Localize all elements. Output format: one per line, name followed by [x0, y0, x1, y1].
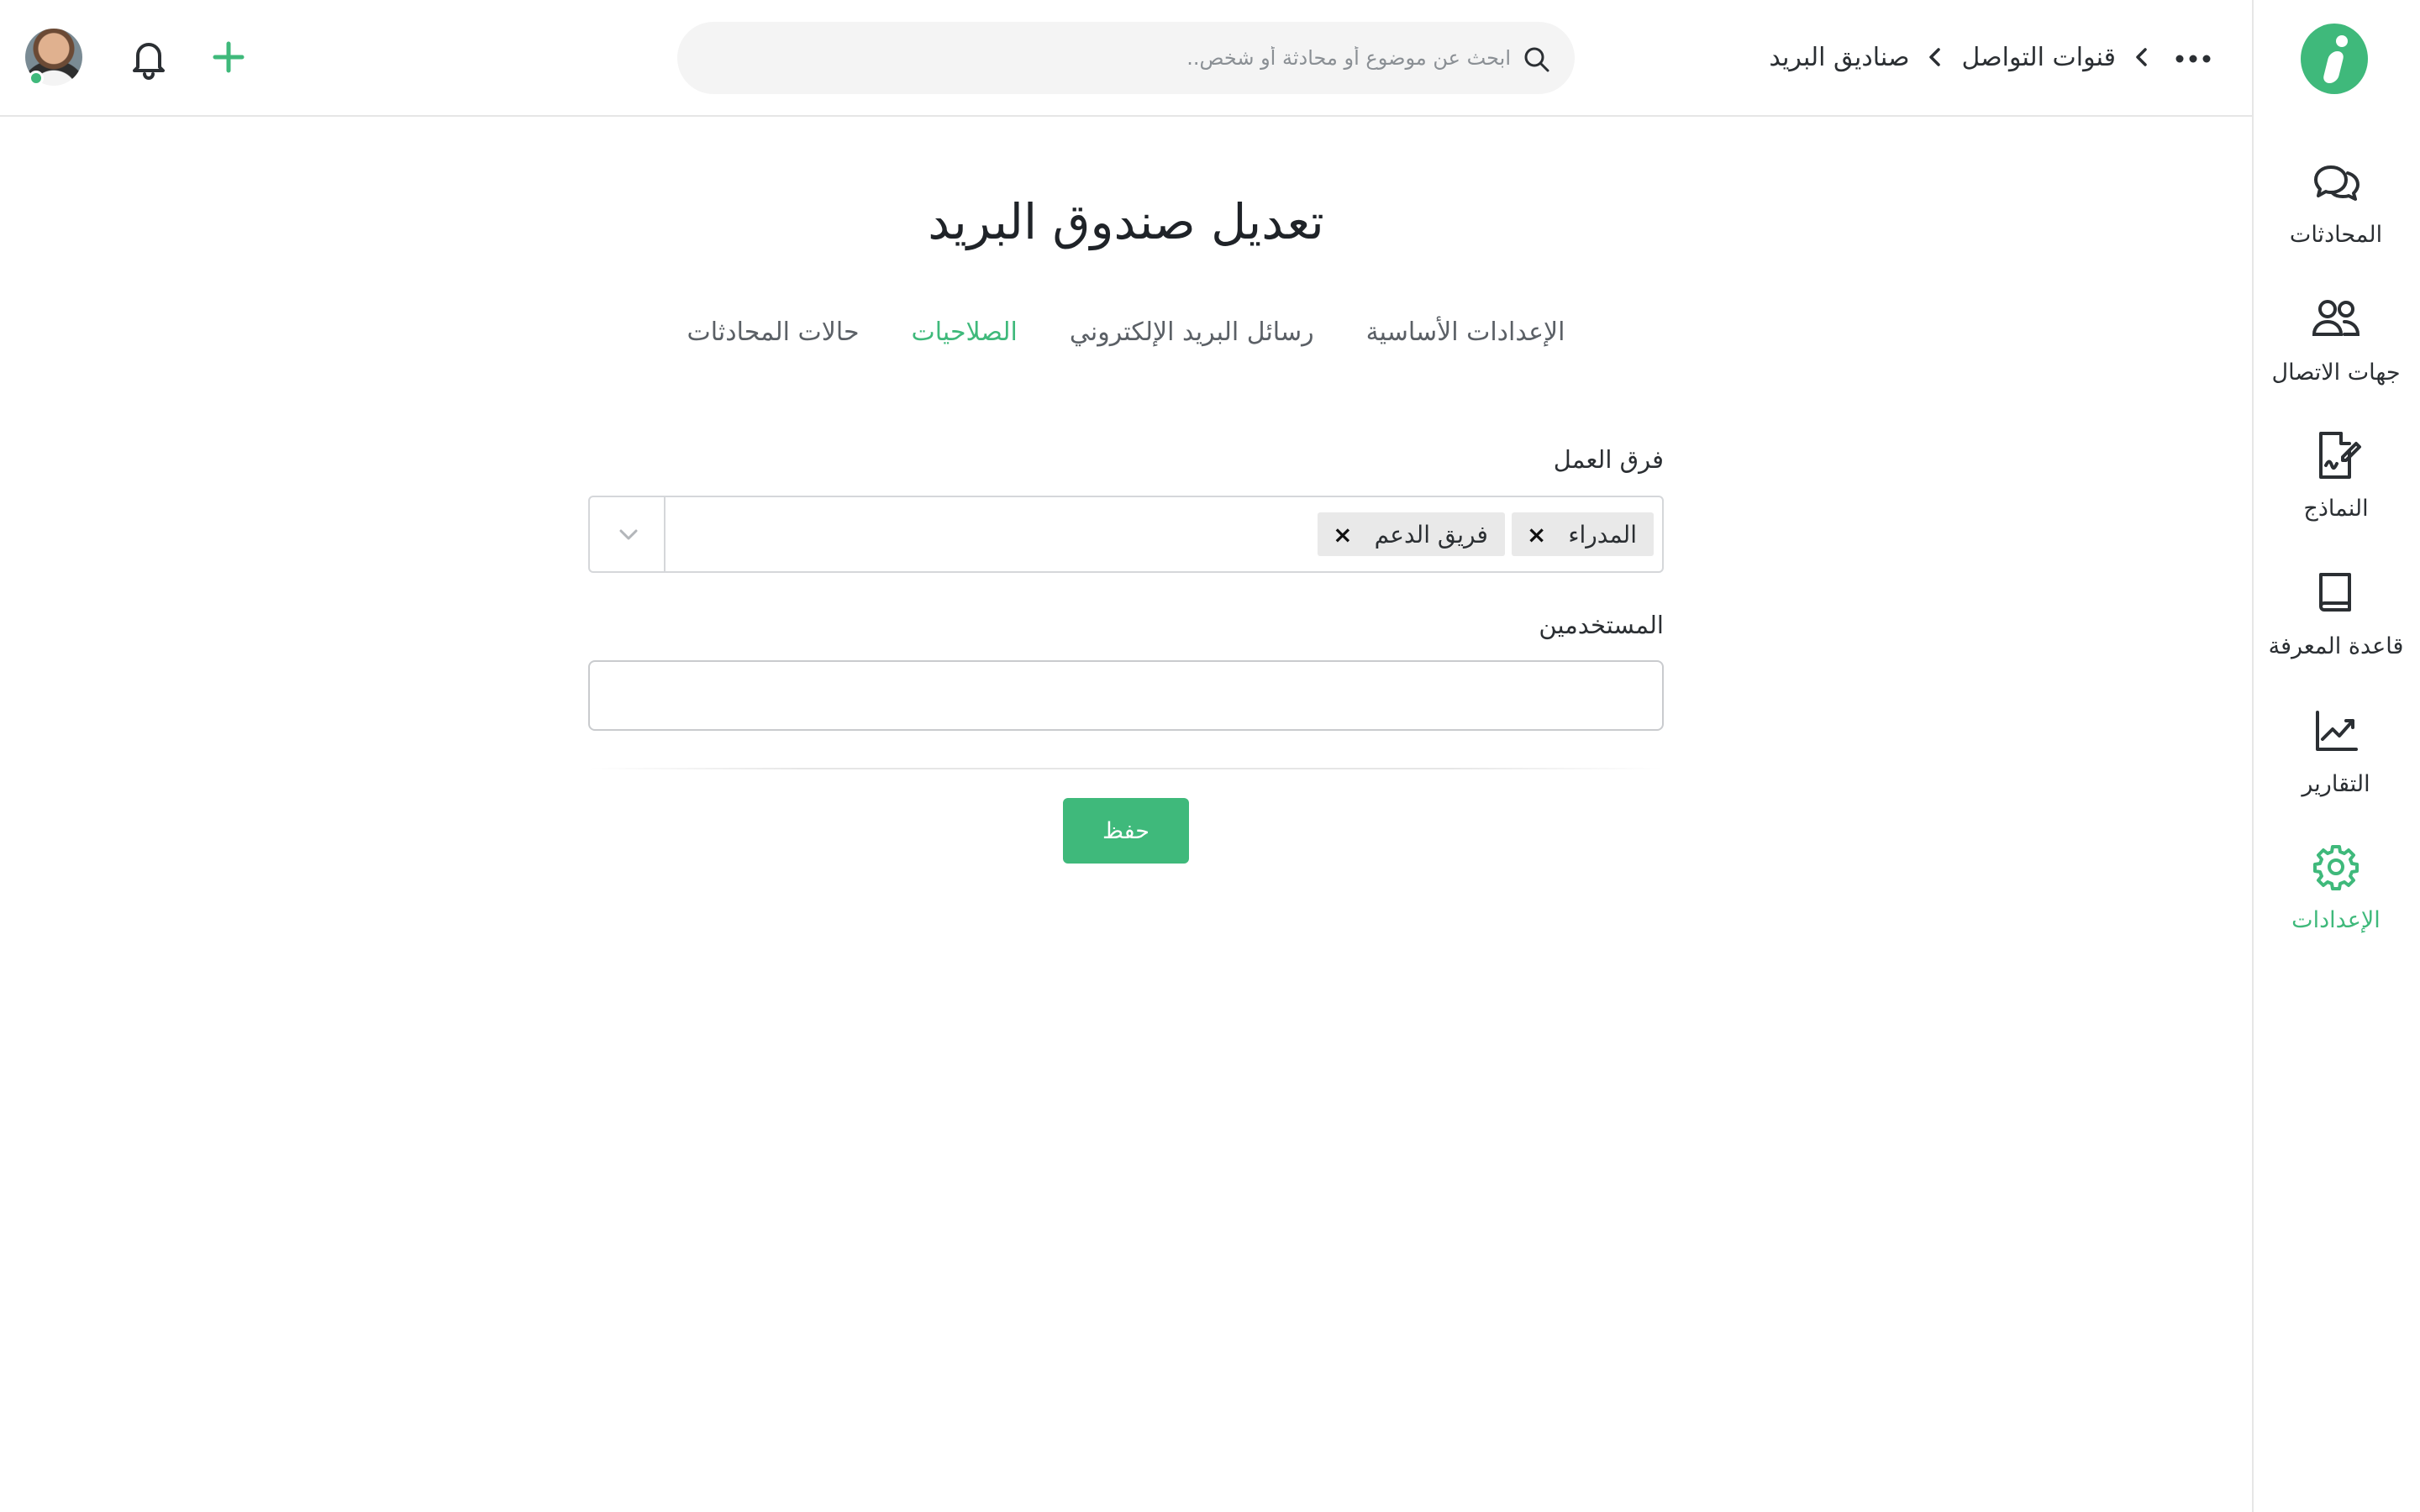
bell-icon[interactable] — [128, 35, 170, 81]
sidebar-item-forms[interactable]: النماذج — [2252, 428, 2420, 538]
tab-conversation-statuses[interactable]: حالات المحادثات — [687, 318, 860, 347]
breadcrumb-item-channels[interactable]: قنوات التواصل — [1961, 43, 2116, 72]
search-bar[interactable] — [677, 22, 1575, 94]
chevron-down-icon — [619, 529, 638, 540]
breadcrumb-item-mailboxes[interactable]: صناديق البريد — [1769, 43, 1909, 72]
users-label: المستخدمين — [1539, 611, 1664, 639]
chart-trend-icon — [2316, 711, 2358, 751]
tag-managers: المدراء × — [1511, 512, 1654, 556]
teams-multiselect[interactable]: المدراء × فريق الدعم × — [588, 496, 1664, 573]
sidebar-item-label: الإعدادات — [2291, 907, 2381, 933]
tab-bar: الإعدادات الأساسية رسائل البريد الإلكترو… — [0, 318, 2252, 347]
sidebar-item-knowledge-base[interactable]: قاعدة المعرفة — [2252, 566, 2420, 675]
sidebar-item-settings[interactable]: الإعدادات — [2252, 840, 2420, 949]
breadcrumb: قنوات التواصل صناديق البريد — [1769, 37, 2153, 77]
users-field[interactable] — [588, 660, 1664, 731]
sidebar-item-conversations[interactable]: المحادثات — [2252, 155, 2420, 264]
tag-label: المدراء — [1568, 520, 1637, 549]
contacts-icon — [2312, 300, 2360, 336]
sidebar-item-label: المحادثات — [2289, 222, 2383, 248]
remove-tag-icon[interactable]: × — [1527, 521, 1546, 549]
chevron-left-icon — [1929, 48, 1941, 66]
tab-basic-settings[interactable]: الإعدادات الأساسية — [1366, 318, 1565, 347]
tag-label: فريق الدعم — [1374, 520, 1488, 549]
dropdown-toggle[interactable] — [590, 497, 666, 571]
tab-permissions[interactable]: الصلاحيات — [912, 318, 1018, 347]
sidebar-item-label: النماذج — [2303, 496, 2369, 522]
gear-icon — [2313, 845, 2359, 890]
chat-bubbles-icon — [2314, 165, 2360, 201]
search-icon — [1524, 47, 1549, 72]
sidebar: المحادثات جهات الاتصال النماذج قاعدة الم… — [2252, 0, 2420, 1512]
selected-tags: المدراء × فريق الدعم × — [1318, 512, 1654, 556]
page-title: تعديل صندوق البريد — [928, 193, 1324, 250]
online-status-indicator — [29, 71, 44, 86]
sidebar-item-label: التقارير — [2302, 771, 2370, 797]
sidebar-item-label: قاعدة المعرفة — [2268, 633, 2404, 659]
avatar[interactable] — [25, 29, 82, 86]
divider — [588, 768, 1664, 769]
brand-logo-icon[interactable] — [2301, 24, 2368, 94]
sidebar-item-reports[interactable]: التقارير — [2252, 704, 2420, 813]
more-options-icon[interactable] — [2171, 40, 2215, 77]
book-icon — [2319, 573, 2351, 612]
tag-support-team: فريق الدعم × — [1318, 512, 1505, 556]
form-signature-icon — [2319, 432, 2361, 479]
sidebar-item-contacts[interactable]: جهات الاتصال — [2252, 292, 2420, 402]
teams-label: فرق العمل — [1553, 445, 1664, 474]
add-icon[interactable] — [208, 35, 249, 79]
top-bar: قنوات التواصل صناديق البريد — [0, 0, 2252, 117]
chevron-left-icon — [2136, 48, 2147, 66]
sidebar-item-label: جهات الاتصال — [2271, 360, 2401, 386]
search-input[interactable] — [721, 37, 1511, 79]
save-button[interactable]: حفظ — [1063, 798, 1189, 864]
tab-email-messages[interactable]: رسائل البريد الإلكتروني — [1070, 318, 1314, 347]
remove-tag-icon[interactable]: × — [1333, 521, 1352, 549]
